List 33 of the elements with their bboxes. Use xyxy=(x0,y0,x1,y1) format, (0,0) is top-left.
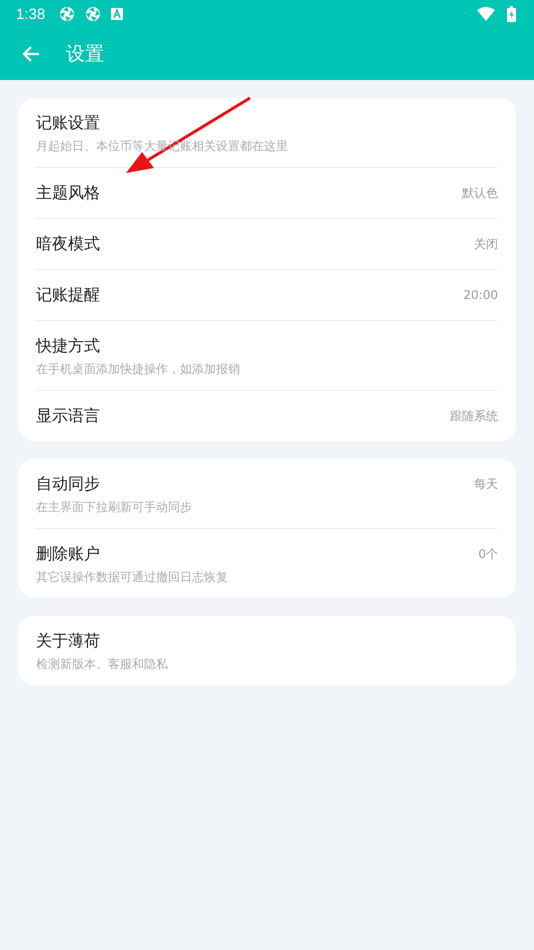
settings-item[interactable]: 暗夜模式 关闭 xyxy=(36,218,498,269)
settings-item[interactable]: 删除账户 其它误操作数据可通过撤回日志恢复 0个 xyxy=(36,528,498,598)
battery-charging-icon xyxy=(507,6,516,22)
item-title: 显示语言 xyxy=(36,405,100,427)
keyboard-notification-icon xyxy=(111,8,124,20)
settings-item[interactable]: 自动同步 在主界面下拉刷新可手动同步 每天 xyxy=(36,459,498,528)
settings-item[interactable]: 记账提醒 20:00 xyxy=(36,269,498,320)
item-description: 检测新版本、客服和隐私 xyxy=(36,656,168,673)
settings-item[interactable]: 快捷方式 在手机桌面添加快捷操作，如添加报销 xyxy=(36,320,498,390)
item-title: 记账设置 xyxy=(36,112,101,134)
settings-item[interactable]: 显示语言 跟随系统 xyxy=(36,390,498,441)
item-description: 在手机桌面添加快捷操作，如添加报销 xyxy=(36,361,240,378)
item-title: 自动同步 xyxy=(36,473,101,495)
wifi-icon xyxy=(477,7,495,21)
item-title: 主题风格 xyxy=(36,182,100,204)
item-title: 关于薄荷 xyxy=(36,630,101,652)
item-title: 删除账户 xyxy=(36,543,101,565)
item-title: 暗夜模式 xyxy=(36,233,100,255)
settings-item[interactable]: 关于薄荷 检测新版本、客服和隐私 xyxy=(36,616,498,685)
status-time: 1:38 xyxy=(16,6,46,22)
app-notification-icon xyxy=(59,6,76,22)
item-value: 默认色 xyxy=(462,185,498,202)
item-value: 每天 xyxy=(474,476,498,493)
page-title: 设置 xyxy=(66,42,104,67)
item-value: 0个 xyxy=(478,546,498,563)
item-value: 20:00 xyxy=(463,287,498,304)
item-description: 其它误操作数据可通过撤回日志恢复 xyxy=(36,569,228,586)
item-title: 快捷方式 xyxy=(36,335,101,357)
item-value: 跟随系统 xyxy=(450,408,498,425)
item-description: 在主界面下拉刷新可手动同步 xyxy=(36,499,192,516)
app-notification-icon xyxy=(85,6,102,22)
item-title: 记账提醒 xyxy=(36,284,100,306)
item-value: 关闭 xyxy=(474,236,498,253)
